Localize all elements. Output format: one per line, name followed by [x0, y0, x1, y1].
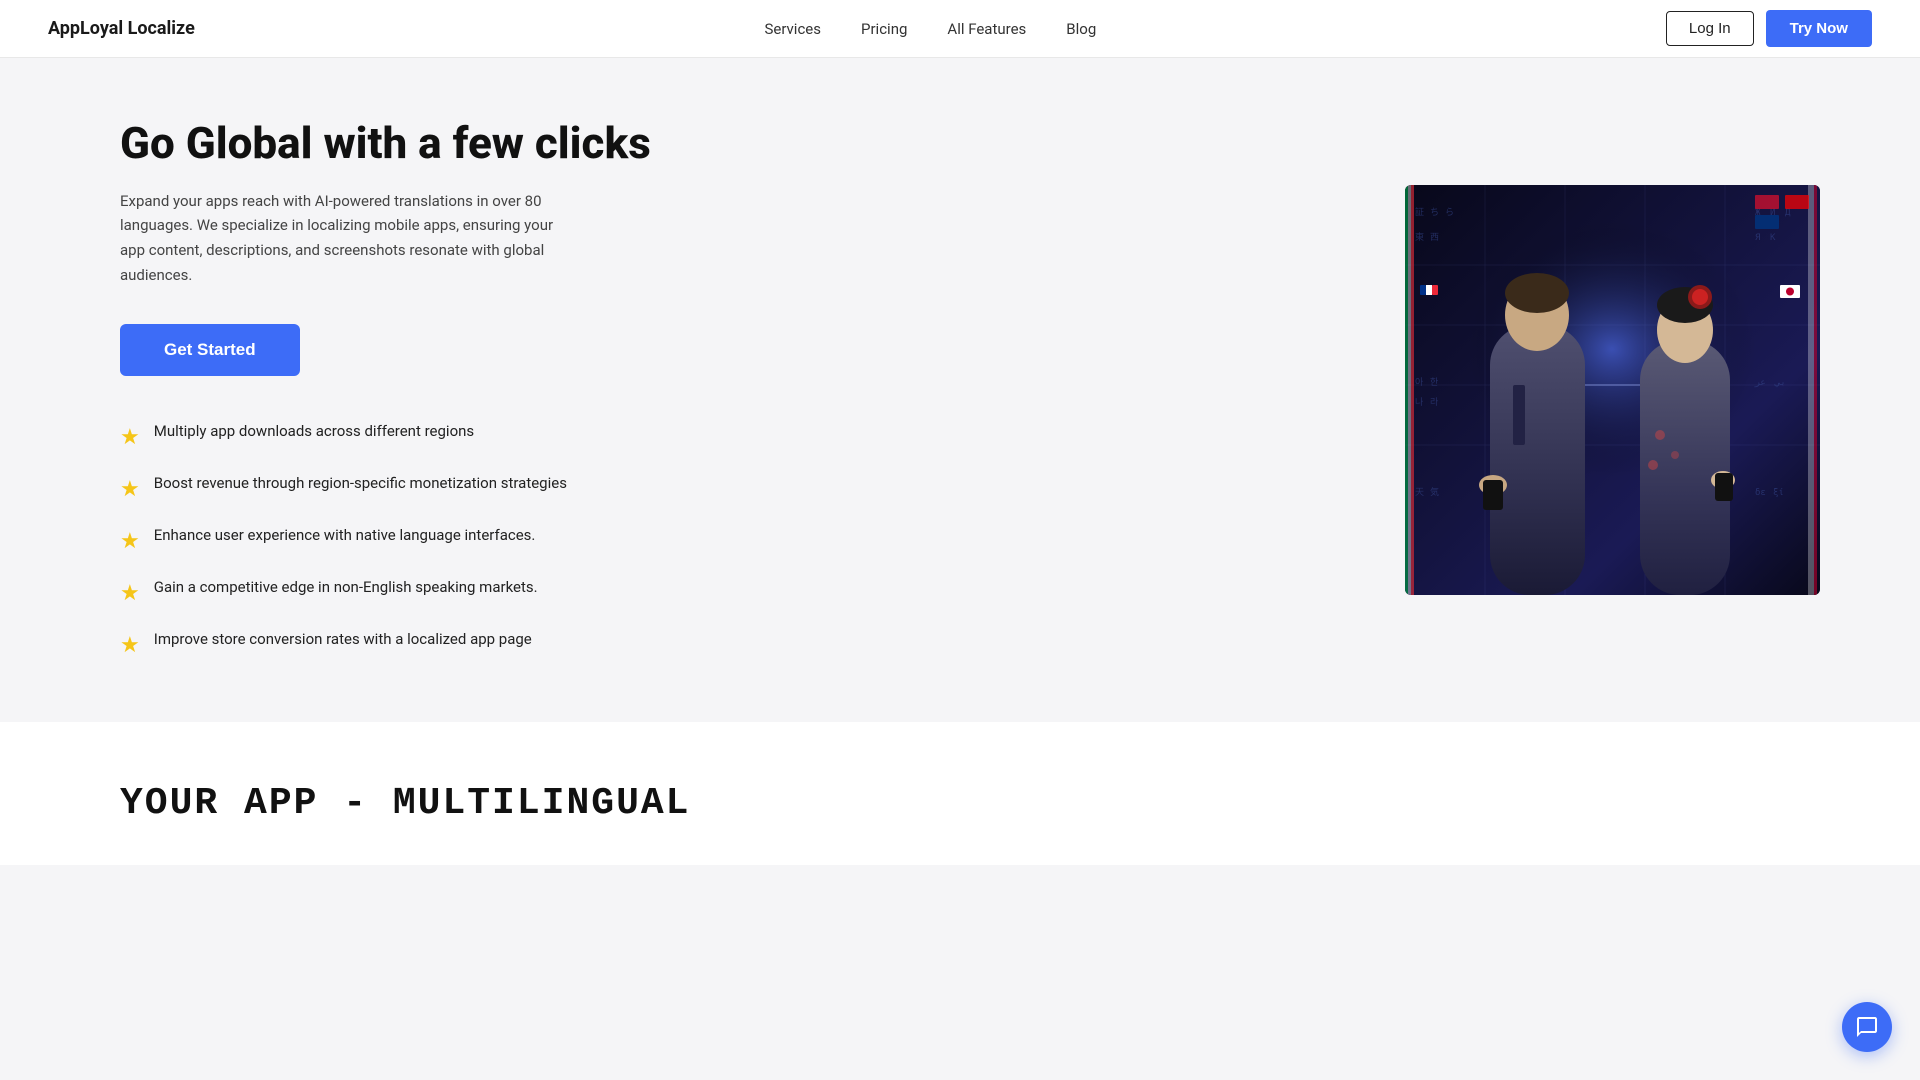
hero-title: Go Global with a few clicks: [120, 118, 651, 169]
multilingual-title: YOUR APP - MULTILINGUAL: [120, 782, 1800, 825]
chat-icon: [1855, 1015, 1879, 1039]
try-now-button[interactable]: Try Now: [1766, 10, 1872, 47]
svg-text:西: 西: [1430, 232, 1439, 243]
feature-list: ★ Multiply app downloads across differen…: [120, 420, 651, 662]
get-started-button[interactable]: Get Started: [120, 324, 300, 376]
nav-services[interactable]: Services: [764, 20, 821, 38]
navbar: AppLoyal Localize Services Pricing All F…: [0, 0, 1920, 58]
nav-all-features[interactable]: All Features: [947, 20, 1026, 38]
star-icon-2: ★: [120, 473, 140, 506]
nav-links: Services Pricing All Features Blog: [764, 19, 1096, 38]
svg-text:아: 아: [1415, 377, 1424, 388]
svg-text:Я: Я: [1755, 233, 1760, 243]
nav-actions: Log In Try Now: [1666, 10, 1872, 47]
svg-text:ち: ち: [1430, 207, 1439, 218]
svg-text:라: 라: [1430, 397, 1439, 408]
chat-button[interactable]: [1842, 1002, 1892, 1052]
hero-svg-image: 証ちら 東西 ЖИД ЯК 아한 나라 عربي 天気 δεξί: [1405, 185, 1820, 595]
svg-text:東: 東: [1415, 231, 1424, 243]
feature-text-4: Gain a competitive edge in non-English s…: [154, 576, 538, 599]
multilingual-section: YOUR APP - MULTILINGUAL: [0, 722, 1920, 865]
hero-description: Expand your apps reach with AI-powered t…: [120, 189, 580, 288]
star-icon-1: ★: [120, 421, 140, 454]
svg-text:К: К: [1770, 233, 1776, 243]
nav-pricing[interactable]: Pricing: [861, 20, 907, 38]
svg-text:天: 天: [1415, 488, 1424, 498]
hero-image: 証ちら 東西 ЖИД ЯК 아한 나라 عربي 天気 δεξί: [1405, 185, 1820, 595]
svg-text:ら: ら: [1445, 207, 1454, 218]
feature-text-1: Multiply app downloads across different …: [154, 420, 474, 443]
svg-text:δε: δε: [1755, 488, 1766, 498]
feature-text-5: Improve store conversion rates with a lo…: [154, 628, 532, 651]
feature-item-2: ★ Boost revenue through region-specific …: [120, 472, 651, 506]
feature-item-1: ★ Multiply app downloads across differen…: [120, 420, 651, 454]
svg-text:Д: Д: [1785, 208, 1791, 218]
svg-text:気: 気: [1430, 486, 1439, 498]
login-button[interactable]: Log In: [1666, 11, 1754, 46]
svg-text:عر: عر: [1754, 378, 1766, 388]
hero-section: Go Global with a few clicks Expand your …: [0, 58, 1920, 722]
hero-content: Go Global with a few clicks Expand your …: [120, 118, 651, 662]
star-icon-5: ★: [120, 629, 140, 662]
star-icon-3: ★: [120, 525, 140, 558]
svg-text:나: 나: [1415, 397, 1423, 408]
feature-text-3: Enhance user experience with native lang…: [154, 524, 536, 547]
brand-logo[interactable]: AppLoyal Localize: [48, 18, 195, 39]
nav-blog[interactable]: Blog: [1066, 20, 1096, 38]
svg-text:한: 한: [1430, 377, 1438, 388]
svg-text:証: 証: [1415, 206, 1424, 218]
svg-text:بي: بي: [1774, 378, 1786, 388]
feature-text-2: Boost revenue through region-specific mo…: [154, 472, 567, 495]
feature-item-4: ★ Gain a competitive edge in non-English…: [120, 576, 651, 610]
svg-text:ξί: ξί: [1773, 488, 1784, 498]
feature-item-5: ★ Improve store conversion rates with a …: [120, 628, 651, 662]
feature-item-3: ★ Enhance user experience with native la…: [120, 524, 651, 558]
star-icon-4: ★: [120, 577, 140, 610]
